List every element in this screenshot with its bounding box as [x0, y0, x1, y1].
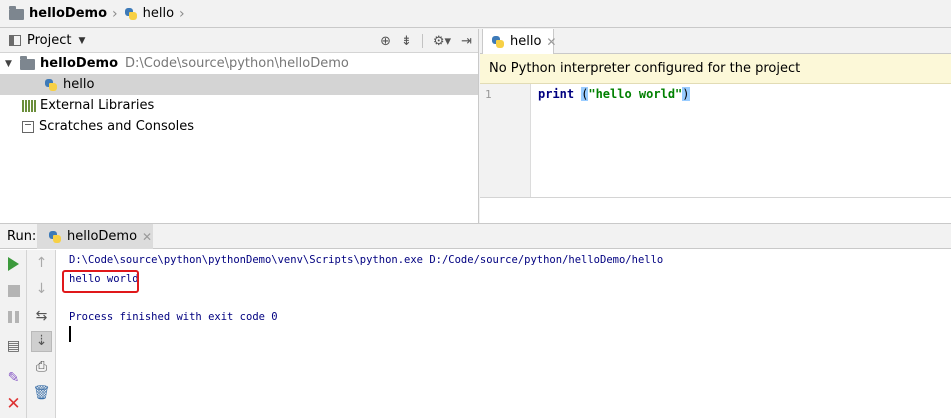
editor-tab-bar: hello ✕: [480, 29, 951, 54]
text-caret: [69, 326, 71, 342]
console-line-exit: Process finished with exit code 0: [69, 311, 278, 323]
tree-item-path: D:\Code\source\python\helloDemo: [125, 56, 349, 71]
scroll-up-button[interactable]: ↑: [31, 253, 52, 274]
python-file-icon: [48, 230, 62, 244]
collapse-all-icon[interactable]: ⇟: [401, 34, 412, 49]
scroll-to-end-icon: ⇣: [35, 333, 48, 349]
folder-icon: [9, 5, 24, 20]
scratches-icon: [22, 120, 34, 133]
arrow-down-icon: ↓: [35, 281, 48, 297]
console-line-command: D:\Code\source\python\pythonDemo\venv\Sc…: [69, 254, 664, 266]
soft-wrap-icon: ⇆: [35, 308, 48, 324]
breadcrumb-project[interactable]: helloDemo: [9, 0, 107, 28]
editor-panel: hello ✕ No Python interpreter configured…: [480, 29, 951, 223]
tree-item-label: External Libraries: [40, 98, 155, 113]
code-editor[interactable]: 1 print ( "hello world" ): [480, 84, 951, 223]
scroll-to-end-button[interactable]: ⇣: [31, 331, 52, 352]
code-paren-close: ): [682, 87, 690, 101]
dropdown-arrow-icon: ▼: [78, 35, 86, 46]
tree-item-label: hello: [63, 77, 95, 92]
gear-icon[interactable]: ⚙▾: [433, 34, 451, 49]
highlight-annotation-box: [62, 270, 139, 293]
project-view-selector[interactable]: Project ▼: [0, 33, 85, 48]
code-string: "hello world": [588, 87, 683, 101]
tree-item-project-root[interactable]: ▼ helloDemo D:\Code\source\python\helloD…: [0, 53, 478, 74]
run-header: Run: helloDemo ✕: [0, 224, 951, 249]
run-label: Run:: [7, 228, 37, 244]
close-icon[interactable]: ✕: [142, 230, 152, 244]
toolbar-divider: [421, 34, 423, 48]
run-toolbar-primary: ▤ ✎ ✕: [0, 250, 27, 418]
folder-icon: [20, 55, 35, 70]
breadcrumb: helloDemo › hello ›: [0, 0, 951, 28]
line-number-gutter: 1: [480, 84, 531, 197]
interpreter-warning-banner: No Python interpreter configured for the…: [480, 54, 951, 84]
expand-arrow-icon[interactable]: ▼: [5, 59, 15, 69]
printer-icon: ⎙: [35, 359, 48, 375]
rerun-button[interactable]: [5, 255, 22, 272]
tab-label: hello: [510, 34, 542, 49]
python-file-icon: [124, 7, 138, 21]
stop-button[interactable]: [5, 282, 22, 299]
play-icon: [8, 256, 19, 271]
run-toolbar-secondary: ↑ ↓ ⇆ ⇣ ⎙ 🗑: [27, 250, 56, 418]
code-keyword: print: [538, 87, 575, 101]
tree-item-label: helloDemo: [40, 56, 118, 71]
breadcrumb-project-label: helloDemo: [29, 6, 107, 21]
library-icon: [22, 99, 36, 112]
tree-item-external-libraries[interactable]: External Libraries: [0, 95, 478, 116]
tab-hello[interactable]: hello ✕: [482, 29, 556, 54]
python-file-icon: [491, 35, 505, 49]
close-icon: ✕: [6, 394, 21, 414]
hide-panel-icon[interactable]: ⇥: [461, 34, 472, 49]
banner-text: No Python interpreter configured for the…: [489, 61, 801, 76]
stop-icon: [7, 284, 20, 297]
restore-layout-button[interactable]: ▤: [5, 338, 22, 355]
pause-icon: [8, 310, 19, 323]
chevron-right-icon: ›: [179, 5, 185, 22]
arrow-up-icon: ↑: [35, 255, 48, 271]
editor-bottom-area: [480, 197, 951, 223]
locate-icon[interactable]: ⊕: [380, 34, 391, 49]
code-paren-open: (: [581, 87, 589, 101]
project-toolbar: Project ▼ ⊕ ⇟ ⚙▾ ⇥: [0, 29, 478, 53]
soft-wrap-button[interactable]: ⇆: [31, 306, 52, 327]
scroll-down-button[interactable]: ↓: [31, 279, 52, 300]
pin-icon: ✎: [7, 370, 20, 386]
tree-item-hello[interactable]: hello: [0, 74, 478, 95]
run-panel: Run: helloDemo ✕ ▤ ✎ ✕ ↑ ↓ ⇆ ⇣ ⎙ 🗑 D:\Co…: [0, 223, 951, 418]
project-panel-icon: [9, 35, 21, 46]
project-panel-title: Project: [27, 33, 72, 48]
chevron-right-icon: ›: [112, 5, 118, 22]
print-button[interactable]: ⎙: [31, 357, 52, 378]
pin-tab-button[interactable]: ✎: [5, 370, 22, 387]
close-icon[interactable]: ✕: [546, 35, 556, 49]
python-file-icon: [44, 78, 58, 92]
line-number: 1: [485, 88, 492, 101]
project-tool-icons: ⊕ ⇟ ⚙▾ ⇥: [380, 29, 472, 53]
tree-item-scratches[interactable]: Scratches and Consoles: [0, 116, 478, 137]
tree-item-label: Scratches and Consoles: [39, 119, 195, 134]
pause-button[interactable]: [5, 308, 22, 325]
breadcrumb-file[interactable]: hello: [124, 0, 174, 28]
tab-run-hellodemo[interactable]: helloDemo ✕: [37, 224, 153, 249]
run-tab-label: helloDemo: [67, 229, 138, 244]
breadcrumb-file-label: hello: [142, 6, 175, 21]
code-line[interactable]: print ( "hello world" ): [538, 87, 690, 101]
trash-icon: 🗑: [32, 385, 51, 401]
project-panel: Project ▼ ⊕ ⇟ ⚙▾ ⇥ ▼ helloDemo D:\Code\s…: [0, 29, 479, 223]
close-run-button[interactable]: ✕: [5, 396, 22, 413]
layout-icon: ▤: [6, 338, 21, 354]
clear-all-button[interactable]: 🗑: [31, 383, 52, 404]
